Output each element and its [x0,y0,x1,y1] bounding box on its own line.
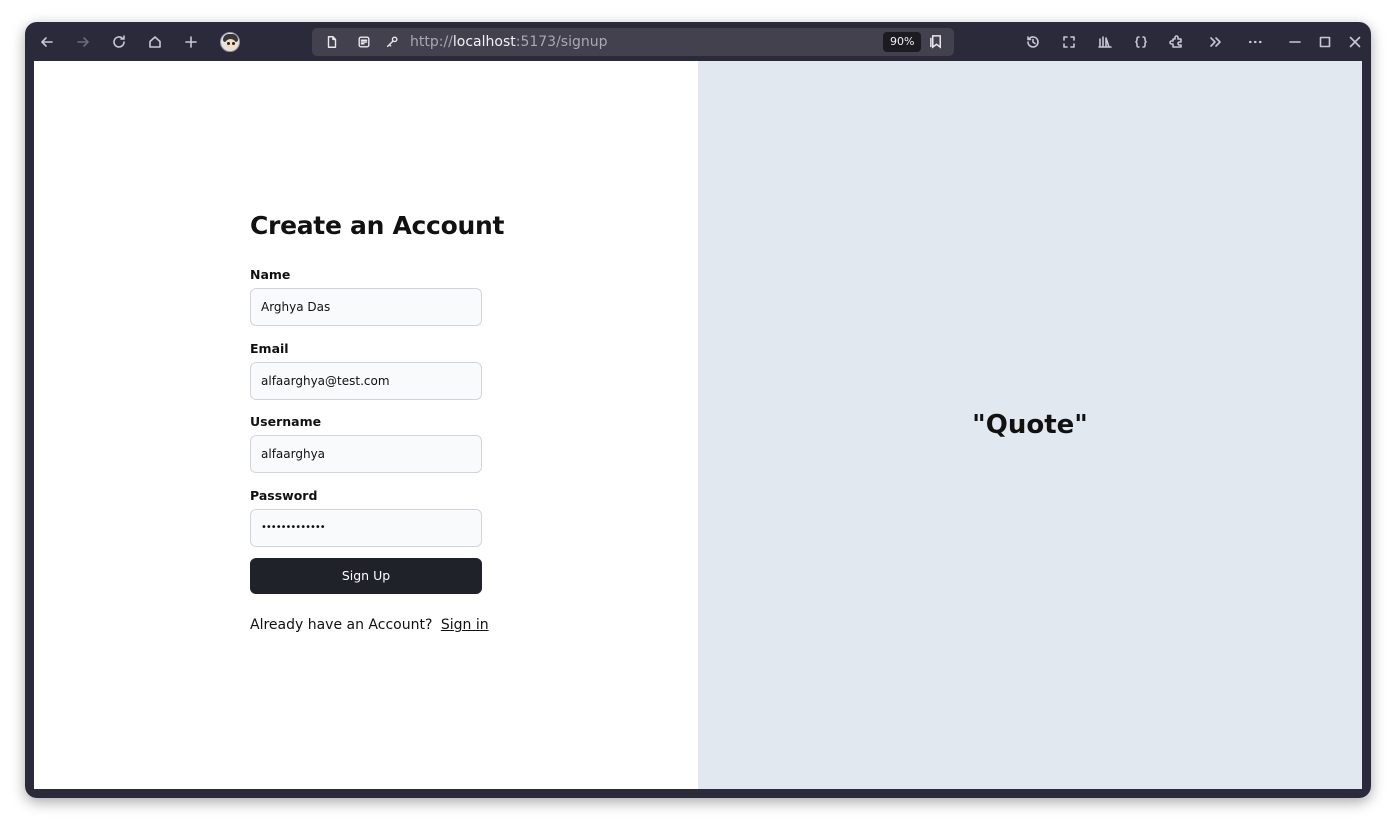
maximize-icon[interactable] [1313,31,1337,53]
signin-prompt-row: Already have an Account? Sign in [250,617,489,633]
minimize-icon[interactable] [1283,31,1307,53]
signup-form: Create an Account Name Arghya Das Email … [250,211,505,633]
reader-mode-icon[interactable] [929,34,945,50]
page-content: Create an Account Name Arghya Das Email … [34,61,1362,789]
page-title: Create an Account [250,211,505,240]
home-icon[interactable] [143,31,167,53]
browser-window: http://localhost:5173/signup 90% Create … [25,22,1371,798]
username-input[interactable]: alfaarghya [250,435,482,473]
zoom-level-badge[interactable]: 90% [883,32,922,52]
menu-dots-icon[interactable] [1243,31,1267,53]
url-bar[interactable]: http://localhost:5173/signup 90% [312,28,954,56]
profile-avatar[interactable] [220,32,240,52]
email-label: Email [250,341,289,356]
name-field-group: Name Arghya Das [250,267,482,326]
email-field-group: Email alfaarghya@test.com [250,341,482,400]
forward-icon[interactable] [71,31,95,53]
devtools-icon[interactable] [1129,31,1153,53]
page-icon[interactable] [324,34,340,50]
signup-panel: Create an Account Name Arghya Das Email … [34,61,698,789]
permissions-icon[interactable] [384,34,400,50]
history-icon[interactable] [1021,31,1045,53]
username-label: Username [250,414,322,429]
back-icon[interactable] [35,31,59,53]
extensions-icon[interactable] [1165,31,1189,53]
url-text[interactable]: http://localhost:5173/signup [410,33,608,51]
screenshot-icon[interactable] [1057,31,1081,53]
browser-toolbar: http://localhost:5173/signup 90% [25,22,1371,61]
library-icon[interactable] [1093,31,1117,53]
username-field-group: Username alfaarghya [250,414,482,473]
close-icon[interactable] [1343,31,1367,53]
password-label: Password [250,488,318,503]
sign-up-button[interactable]: Sign Up [250,558,482,594]
name-label: Name [250,267,291,282]
overflow-chevron-icon[interactable] [1203,31,1227,53]
name-input[interactable]: Arghya Das [250,288,482,326]
site-info-icon[interactable] [356,34,372,50]
signin-prompt-text: Already have an Account? [250,617,433,633]
sign-in-link[interactable]: Sign in [441,617,489,633]
email-input[interactable]: alfaarghya@test.com [250,362,482,400]
password-input[interactable]: ••••••••••••• [250,509,482,547]
password-field-group: Password ••••••••••••• [250,488,482,547]
quote-panel: "Quote" [698,61,1362,789]
quote-text: "Quote" [972,410,1088,440]
reload-icon[interactable] [107,31,131,53]
new-tab-icon[interactable] [179,31,203,53]
